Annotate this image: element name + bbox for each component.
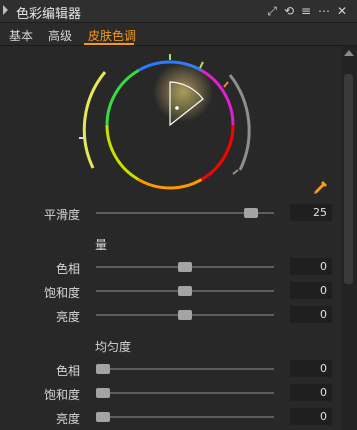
reset-icon[interactable]: ⟲	[281, 3, 297, 19]
wheel-tick-right	[223, 81, 229, 88]
uniformity-brightness-value-field[interactable]: 0	[290, 408, 332, 425]
amount-brightness-slider-thumb[interactable]	[178, 310, 192, 320]
smoothness-label: 平滑度	[43, 208, 80, 222]
hue-range-arc-left[interactable]	[82, 71, 107, 169]
smoothness-slider-thumb[interactable]	[243, 208, 258, 218]
uniformity-saturation-slider-track[interactable]	[96, 392, 274, 394]
title-bar: 色彩编辑器 ⤢ ⟲ ≡ ⋯ ✕	[0, 0, 357, 23]
uniformity-hue-slider-track[interactable]	[96, 368, 274, 370]
amount-hue-slider-thumb[interactable]	[178, 262, 192, 272]
active-tab-indicator	[84, 43, 134, 45]
uniformity-saturation-label: 饱和度	[43, 388, 80, 402]
scrollbar[interactable]	[342, 46, 357, 430]
window-title: 色彩编辑器	[16, 7, 82, 22]
amount-hue-label: 色相	[55, 262, 80, 276]
amount-hue-value-field[interactable]: 0	[290, 258, 332, 275]
amount-brightness-value-field[interactable]: 0	[290, 306, 332, 323]
skin-tone-point[interactable]	[175, 106, 179, 110]
expand-icon[interactable]: ⤢	[264, 3, 280, 19]
tab-advanced[interactable]: 高级	[48, 27, 72, 44]
uniformity-brightness-slider-track[interactable]	[96, 416, 274, 418]
collapse-caret-icon[interactable]	[3, 5, 8, 15]
tab-skin-tone[interactable]: 皮肤色调	[88, 27, 136, 44]
close-icon[interactable]: ✕	[334, 3, 350, 19]
uniformity-hue-value-field[interactable]: 0	[290, 360, 332, 377]
uniformity-hue-slider-thumb[interactable]	[96, 364, 110, 374]
uniformity-brightness-label: 亮度	[55, 412, 80, 426]
scroll-up-arrow-icon[interactable]	[344, 50, 354, 56]
amount-saturation-slider-thumb[interactable]	[178, 286, 192, 296]
uniformity-hue-label: 色相	[55, 364, 80, 378]
menu-icon[interactable]: ≡	[298, 3, 314, 19]
uniformity-saturation-value-field[interactable]: 0	[290, 384, 332, 401]
uniformity-brightness-slider-thumb[interactable]	[96, 412, 110, 422]
amount-section-title: 量	[95, 238, 108, 252]
tab-bar: 基本 高级 皮肤色调	[0, 23, 357, 46]
amount-saturation-label: 饱和度	[43, 286, 80, 300]
arc-tick-right	[232, 169, 239, 175]
more-icon[interactable]: ⋯	[316, 3, 332, 19]
amount-brightness-label: 亮度	[55, 310, 80, 324]
scroll-thumb[interactable]	[344, 74, 353, 284]
uniformity-saturation-slider-thumb[interactable]	[96, 388, 110, 398]
color-wheel[interactable]	[75, 50, 275, 195]
tab-basic[interactable]: 基本	[9, 27, 33, 44]
wheel-tick-top-right	[199, 61, 204, 69]
uniformity-section-title: 均匀度	[95, 340, 132, 354]
amount-saturation-value-field[interactable]: 0	[290, 282, 332, 299]
smoothness-value-field[interactable]: 25	[290, 204, 332, 221]
eyedropper-icon[interactable]	[312, 180, 328, 196]
